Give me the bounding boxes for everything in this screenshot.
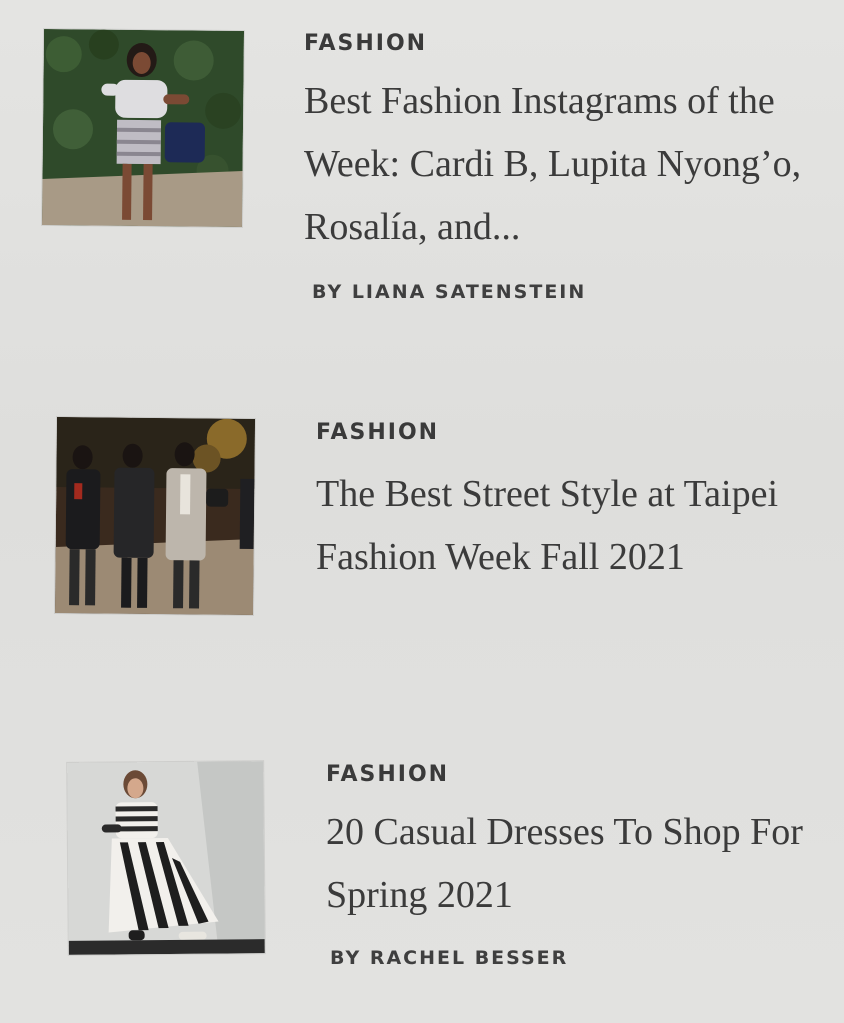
article-category[interactable]: FASHION — [326, 762, 836, 787]
article-category[interactable]: FASHION — [304, 31, 834, 56]
article-card[interactable]: FASHION The Best Street Style at Taipei … — [0, 380, 844, 700]
article-card[interactable]: FASHION 20 Casual Dresses To Shop For Sp… — [0, 740, 844, 1023]
article-meta: FASHION 20 Casual Dresses To Shop For Sp… — [326, 762, 836, 969]
article-card[interactable]: FASHION Best Fashion Instagrams of the W… — [0, 0, 844, 360]
article-meta: FASHION The Best Street Style at Taipei … — [316, 420, 836, 589]
article-thumbnail[interactable] — [41, 28, 245, 228]
article-byline[interactable]: BY RACHEL BESSER — [330, 947, 836, 969]
article-headline[interactable]: 20 Casual Dresses To Shop For Spring 202… — [326, 801, 836, 927]
article-thumbnail[interactable] — [54, 416, 256, 616]
article-byline[interactable]: BY LIANA SATENSTEIN — [312, 281, 834, 303]
article-category[interactable]: FASHION — [316, 420, 836, 445]
article-headline[interactable]: The Best Street Style at Taipei Fashion … — [316, 463, 836, 589]
article-headline[interactable]: Best Fashion Instagrams of the Week: Car… — [304, 70, 834, 259]
article-feed: FASHION Best Fashion Instagrams of the W… — [0, 0, 844, 1023]
article-thumbnail[interactable] — [67, 761, 265, 955]
article-meta: FASHION Best Fashion Instagrams of the W… — [304, 31, 834, 303]
